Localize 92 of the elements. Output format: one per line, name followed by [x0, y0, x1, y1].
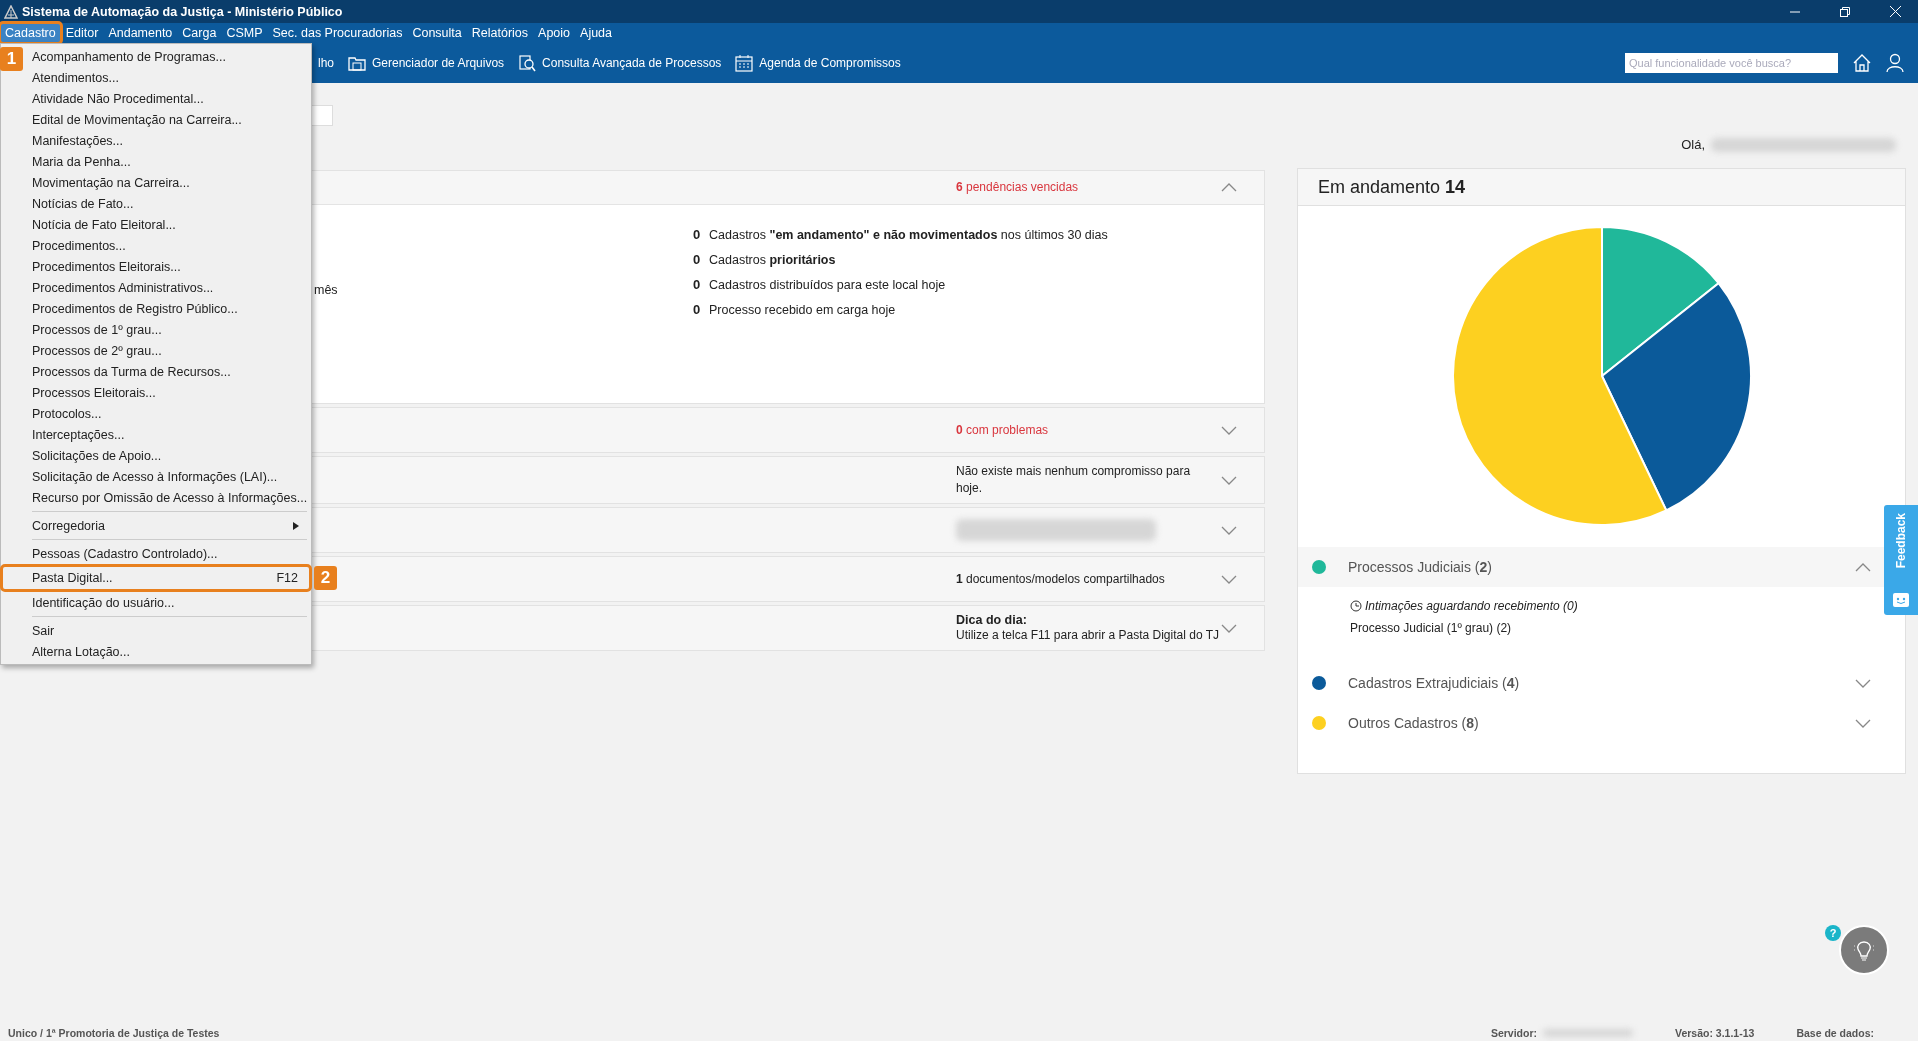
count-text: 0: [693, 227, 701, 242]
menu-item[interactable]: Atendimentos...: [29, 67, 311, 88]
summary-text: Não existe mais nenhum compromisso para hoje.: [956, 463, 1192, 497]
menu-item[interactable]: Sec. das Procuradorias: [267, 23, 408, 43]
restore-icon: [1840, 6, 1850, 17]
menu-item[interactable]: Carga: [177, 23, 222, 43]
summary-text: 6 pendências vencidas: [956, 179, 1080, 196]
summary-text: 1 documentos/modelos compartilhados: [956, 570, 1166, 588]
menu-item[interactable]: Cadastro: [0, 23, 61, 43]
tip-text: Utilize a telca F11 para abrir a Pasta Digital do TJ: [956, 626, 1219, 644]
menu-item[interactable]: Procedimentos de Registro Público...: [29, 298, 311, 319]
menu-item[interactable]: Sair: [29, 620, 311, 641]
menu-item[interactable]: Processos de 1º grau...: [29, 319, 311, 340]
menu-item[interactable]: Procedimentos...: [29, 235, 311, 256]
menu-item[interactable]: Pessoas (Cadastro Controlado)...: [29, 543, 311, 564]
menu-item[interactable]: Consulta: [407, 23, 467, 43]
toolbar-button[interactable]: Agenda de Compromissos: [735, 54, 901, 72]
menu-item[interactable]: Notícia de Fato Eleitoral...: [29, 214, 311, 235]
server-label: Servidor:: [1490, 1027, 1537, 1039]
menu-item[interactable]: Processos de 2º grau...: [29, 340, 311, 361]
chevron-down-icon[interactable]: [1221, 424, 1237, 436]
calendar-icon: [735, 54, 754, 72]
lightbulb-button[interactable]: [1839, 925, 1889, 975]
menu-item[interactable]: Edital de Movimentação na Carreira...: [29, 109, 311, 130]
menu-item[interactable]: Processos da Turma de Recursos...: [29, 361, 311, 382]
search-field[interactable]: Qual funcionalidade você busca?: [1625, 53, 1838, 73]
menu-item[interactable]: Movimentação na Carreira...: [29, 172, 311, 193]
submenu-arrow-icon: [293, 521, 299, 530]
menu-item[interactable]: Maria da Penha...: [29, 151, 311, 172]
menu-item[interactable]: Corregedoria: [29, 515, 311, 536]
menu-item[interactable]: Procedimentos Administrativos...: [29, 277, 311, 298]
menu-item[interactable]: Solicitações de Apoio...: [29, 445, 311, 466]
chevron-down-icon[interactable]: [1221, 474, 1237, 486]
legend-subitem[interactable]: Intimações aguardando recebimento (0): [1350, 599, 1578, 613]
menu-item[interactable]: Solicitação de Acesso à Informações (LAI)...: [29, 466, 311, 487]
home-icon[interactable]: [1852, 53, 1872, 73]
chevron-down-icon[interactable]: [1221, 622, 1237, 634]
toolbar-button[interactable]: Consulta Avançada de Processos: [518, 54, 722, 72]
menu-item[interactable]: Pasta Digital... F12: [2, 566, 310, 590]
legend-label[interactable]: Cadastros Extrajudiciais (4): [1348, 675, 1855, 691]
callout-badge: 1: [0, 47, 23, 71]
row-text: Processo recebido em carga hoje: [709, 302, 896, 317]
summary-text: 0 com problemas: [956, 421, 1050, 439]
window-title: Sistema de Automação da Justiça - Ministério Público: [22, 4, 344, 19]
tip-title: Dica do dia:: [956, 612, 1027, 627]
menu-item[interactable]: Editor: [60, 23, 104, 43]
menu-item[interactable]: Atividade Não Procedimental...: [29, 88, 311, 109]
close-icon: [1889, 6, 1901, 17]
chat-face-icon: [1893, 593, 1909, 607]
clock-icon: [1350, 600, 1362, 612]
chevron-up-icon[interactable]: [1855, 561, 1871, 573]
menu-item[interactable]: Apoio: [533, 23, 576, 43]
count-text: 0: [693, 252, 701, 267]
menu-item[interactable]: Manifestações...: [29, 130, 311, 151]
chevron-down-icon[interactable]: [1221, 573, 1237, 585]
legend-subitem[interactable]: Processo Judicial (1º grau) (2): [1350, 621, 1512, 635]
row-text: Cadastros prioritários: [709, 252, 836, 267]
menu-item[interactable]: Acompanhamento de Programas...: [29, 46, 311, 67]
greeting-text: Olá,: [1681, 137, 1705, 152]
toolbar-button[interactable]: Gerenciador de Arquivos: [348, 54, 505, 72]
count-text: 0: [693, 277, 701, 292]
menu-item[interactable]: Interceptações...: [29, 424, 311, 445]
location-text: Unico / 1ª Promotoria de Justiça de Testes: [8, 1027, 220, 1039]
legend-label[interactable]: Outros Cadastros (8): [1348, 715, 1855, 731]
toolbar-button[interactable]: lho: [318, 56, 334, 70]
chevron-down-icon[interactable]: [1855, 677, 1871, 689]
count-text: 0: [693, 302, 701, 317]
menu-item[interactable]: Identificação do usuário...: [29, 592, 311, 613]
menu-item[interactable]: Relatórios: [466, 23, 534, 43]
summary-text: mês: [314, 283, 338, 297]
menu-item[interactable]: Procedimentos Eleitorais...: [29, 256, 311, 277]
chevron-down-icon[interactable]: [1855, 717, 1871, 729]
menu-item[interactable]: Andamento: [103, 23, 178, 43]
menu-item[interactable]: Notícias de Fato...: [29, 193, 311, 214]
chevron-up-icon[interactable]: [1221, 182, 1237, 193]
app-logo-icon: [4, 4, 18, 19]
menu-item[interactable]: Ajuda: [575, 23, 618, 43]
menu-item[interactable]: CSMP: [221, 23, 268, 43]
menu-item[interactable]: Processos Eleitorais...: [29, 382, 311, 403]
version-text: Versão: 3.1.1-13: [1675, 1027, 1755, 1039]
search-document-icon: [518, 54, 537, 72]
row-text: Cadastros distribuídos para este local hoje: [709, 277, 946, 292]
menu-item[interactable]: Protocolos...: [29, 403, 311, 424]
menu-item[interactable]: Alterna Lotação...: [29, 641, 311, 662]
row-text: Cadastros "em andamento" e não movimentados nos últimos 30 dias: [709, 227, 1108, 242]
chevron-down-icon[interactable]: [1221, 524, 1237, 536]
folder-icon: [348, 54, 366, 72]
callout-badge: 2: [314, 566, 337, 590]
database-label: Base de dados:: [1796, 1027, 1874, 1039]
panel-title: Em andamento 14: [1318, 176, 1466, 198]
shortcut-text: F12: [276, 571, 298, 585]
menu-item[interactable]: Recurso por Omissão de Acesso à Informações...: [29, 487, 311, 508]
